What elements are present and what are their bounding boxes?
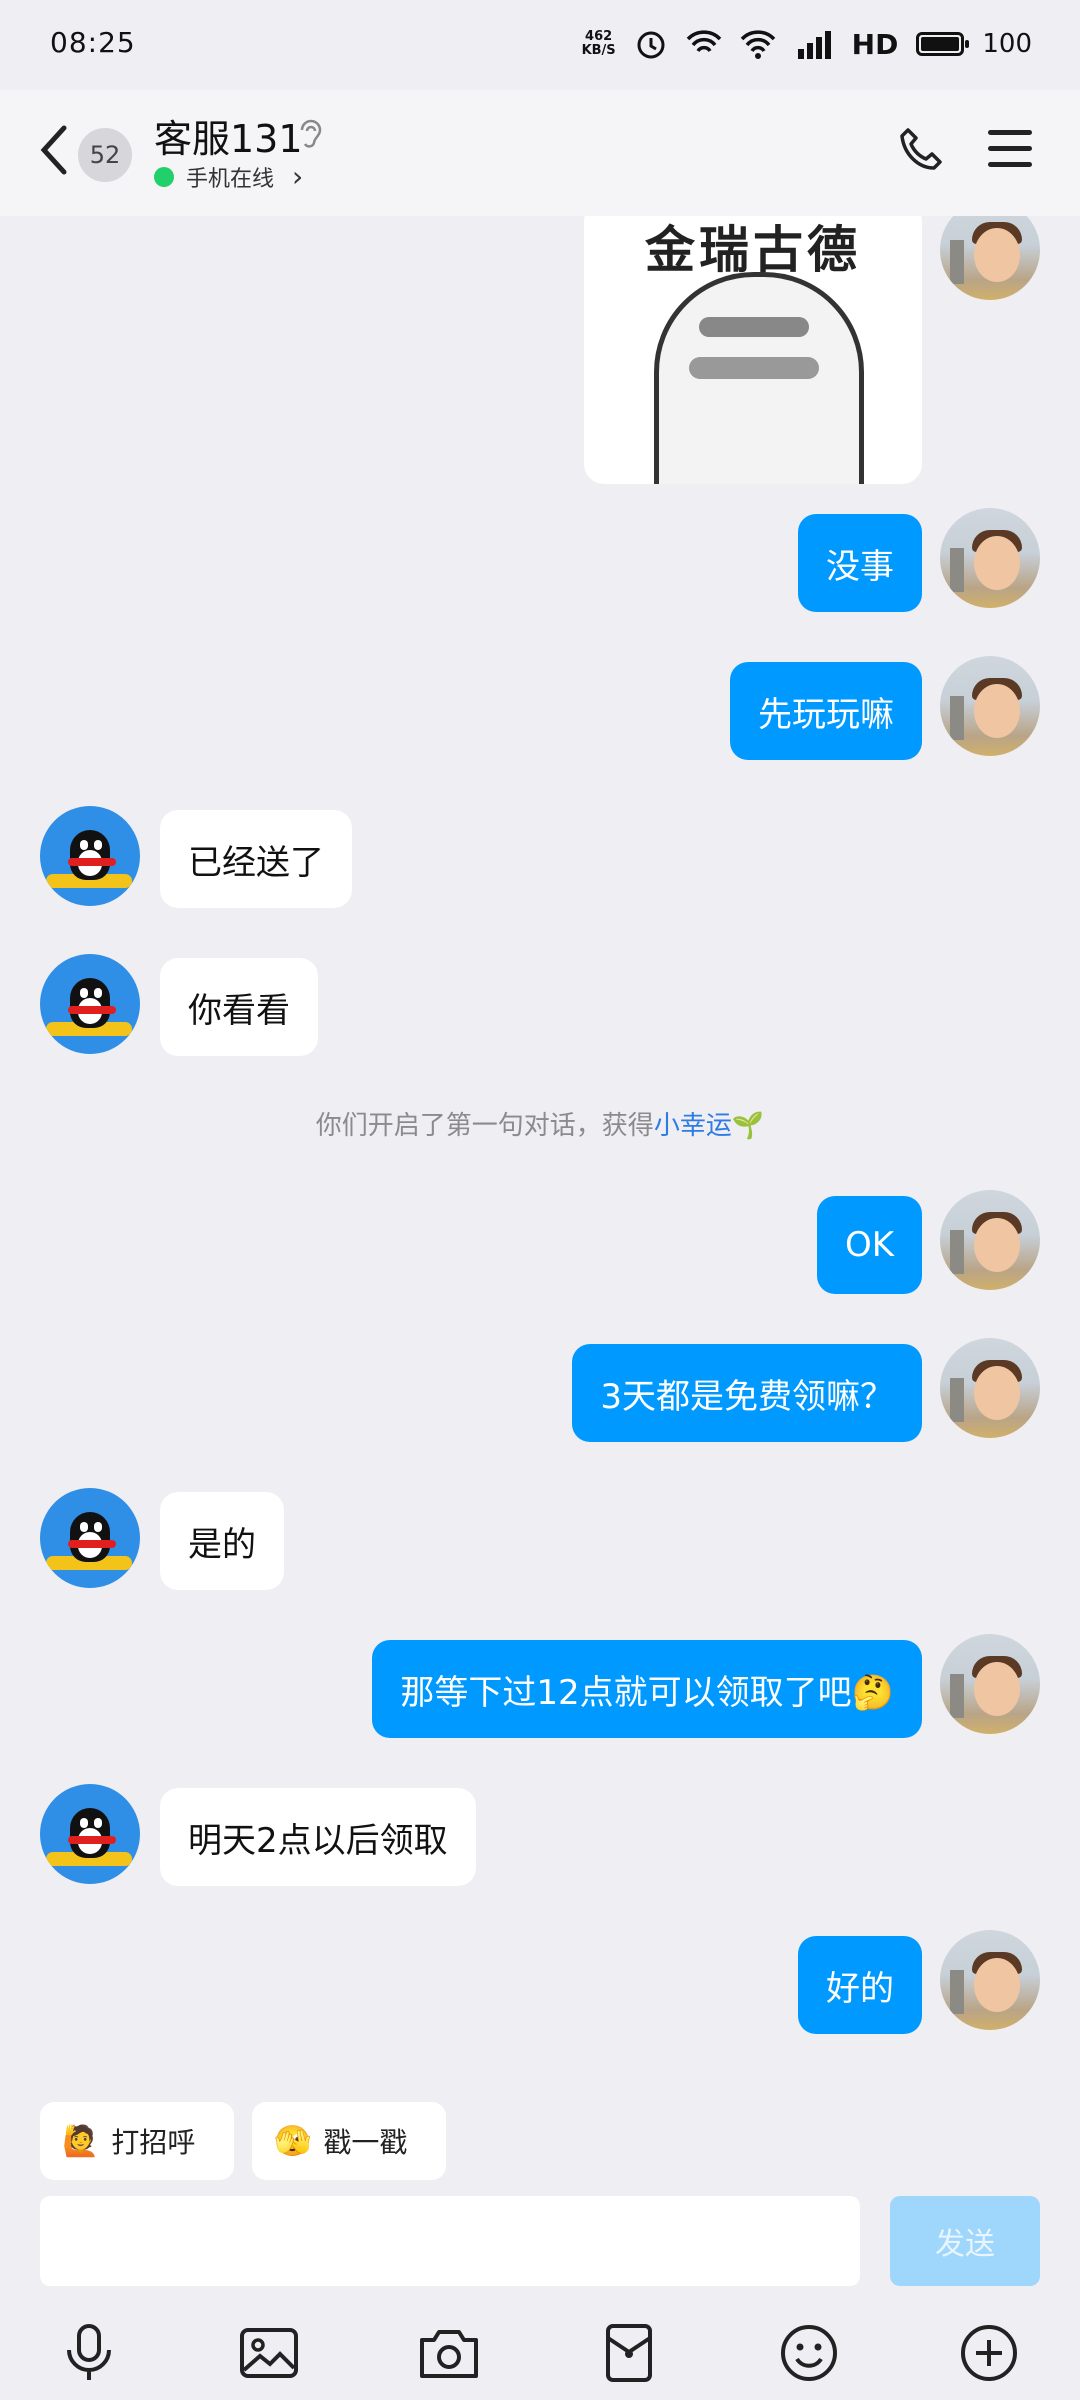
my-avatar[interactable]: [940, 1930, 1040, 2030]
sprout-icon: 🌱: [731, 1111, 765, 1141]
message-bubble-out[interactable]: 先玩玩嘛: [730, 662, 922, 760]
my-avatar[interactable]: [940, 1634, 1040, 1734]
message-list[interactable]: 金瑞古德 没事 先玩玩嘛 已经送了 你看看 你们开启了第一句对话，获得小幸运🌱 …: [0, 216, 1080, 2080]
microphone-icon[interactable]: [56, 2320, 122, 2386]
online-status-label: 手机在线: [186, 166, 275, 192]
message-bubble-out[interactable]: 3天都是免费领嘛？: [572, 1344, 922, 1442]
wave-icon: 🙋: [62, 2123, 100, 2159]
lucky-link[interactable]: 小幸运: [654, 1111, 732, 1141]
system-notice-text: 你们开启了第一句对话，获得: [315, 1111, 654, 1141]
message-bubble-out[interactable]: OK: [816, 1196, 922, 1294]
my-avatar[interactable]: [940, 1338, 1040, 1438]
quick-reply-label: 打招呼: [111, 2126, 196, 2159]
ear-icon[interactable]: [296, 116, 326, 152]
alarm-icon: [637, 31, 665, 59]
message-bubble-out[interactable]: 那等下过12点就可以领取了吧🤔: [372, 1640, 922, 1738]
message-bubble-in[interactable]: 是的: [160, 1492, 284, 1590]
wifi-call-icon: [686, 30, 721, 53]
wifi-icon: [740, 30, 775, 59]
contact-avatar[interactable]: [40, 806, 140, 906]
message-input[interactable]: [40, 2196, 860, 2286]
quick-reply-label: 戳一戳: [323, 2126, 408, 2159]
hd-label: HD: [851, 27, 899, 61]
input-toolbar: [0, 2310, 1080, 2400]
poke-icon: 🫣: [274, 2123, 312, 2159]
contact-avatar[interactable]: [40, 1488, 140, 1588]
status-icons: 462 KB/S HD 100: [582, 22, 1032, 66]
contact-avatar[interactable]: [40, 954, 140, 1054]
plus-icon[interactable]: [956, 2320, 1022, 2386]
image-icon[interactable]: [236, 2320, 302, 2386]
net-speed: 462 KB/S: [581, 29, 616, 58]
message-bubble-in[interactable]: 你看看: [160, 958, 318, 1056]
chevron-right-icon: ›: [292, 160, 304, 193]
message-bubble-in[interactable]: 明天2点以后领取: [160, 1788, 476, 1886]
message-bubble-in[interactable]: 已经送了: [160, 810, 352, 908]
quick-reply-poke[interactable]: 🫣 戳一戳: [252, 2102, 446, 2180]
online-dot: [154, 166, 174, 187]
status-bar: 08:25 462 KB/S HD 100: [0, 0, 1080, 90]
my-avatar[interactable]: [940, 216, 1040, 300]
back-icon[interactable]: [34, 120, 74, 180]
menu-icon[interactable]: [988, 130, 1032, 170]
my-avatar[interactable]: [940, 1190, 1040, 1290]
chat-header: 52 客服131 手机在线 ›: [0, 90, 1080, 216]
red-packet-icon[interactable]: [596, 2320, 662, 2386]
contact-avatar[interactable]: [40, 1784, 140, 1884]
unread-badge[interactable]: 52: [78, 128, 132, 182]
emoji-icon[interactable]: [776, 2320, 842, 2386]
my-avatar[interactable]: [940, 508, 1040, 608]
chat-title[interactable]: 客服131: [154, 108, 303, 163]
online-status[interactable]: 手机在线 ›: [154, 160, 303, 193]
sticker-image[interactable]: 金瑞古德: [584, 216, 922, 484]
battery-level: 100: [982, 29, 1032, 59]
message-bubble-out[interactable]: 好的: [798, 1936, 922, 2034]
message-bubble-out[interactable]: 没事: [798, 514, 922, 612]
battery-icon: [916, 32, 970, 56]
my-avatar[interactable]: [940, 656, 1040, 756]
send-button[interactable]: 发送: [890, 2196, 1040, 2286]
quick-reply-greet[interactable]: 🙋 打招呼: [40, 2102, 234, 2180]
phone-icon[interactable]: [896, 124, 948, 176]
camera-icon[interactable]: [416, 2320, 482, 2386]
system-notice: 你们开启了第一句对话，获得小幸运🌱: [0, 1105, 1080, 1142]
status-time: 08:25: [50, 26, 136, 59]
signal-icon: [797, 31, 831, 59]
sticker-face: [654, 272, 864, 484]
